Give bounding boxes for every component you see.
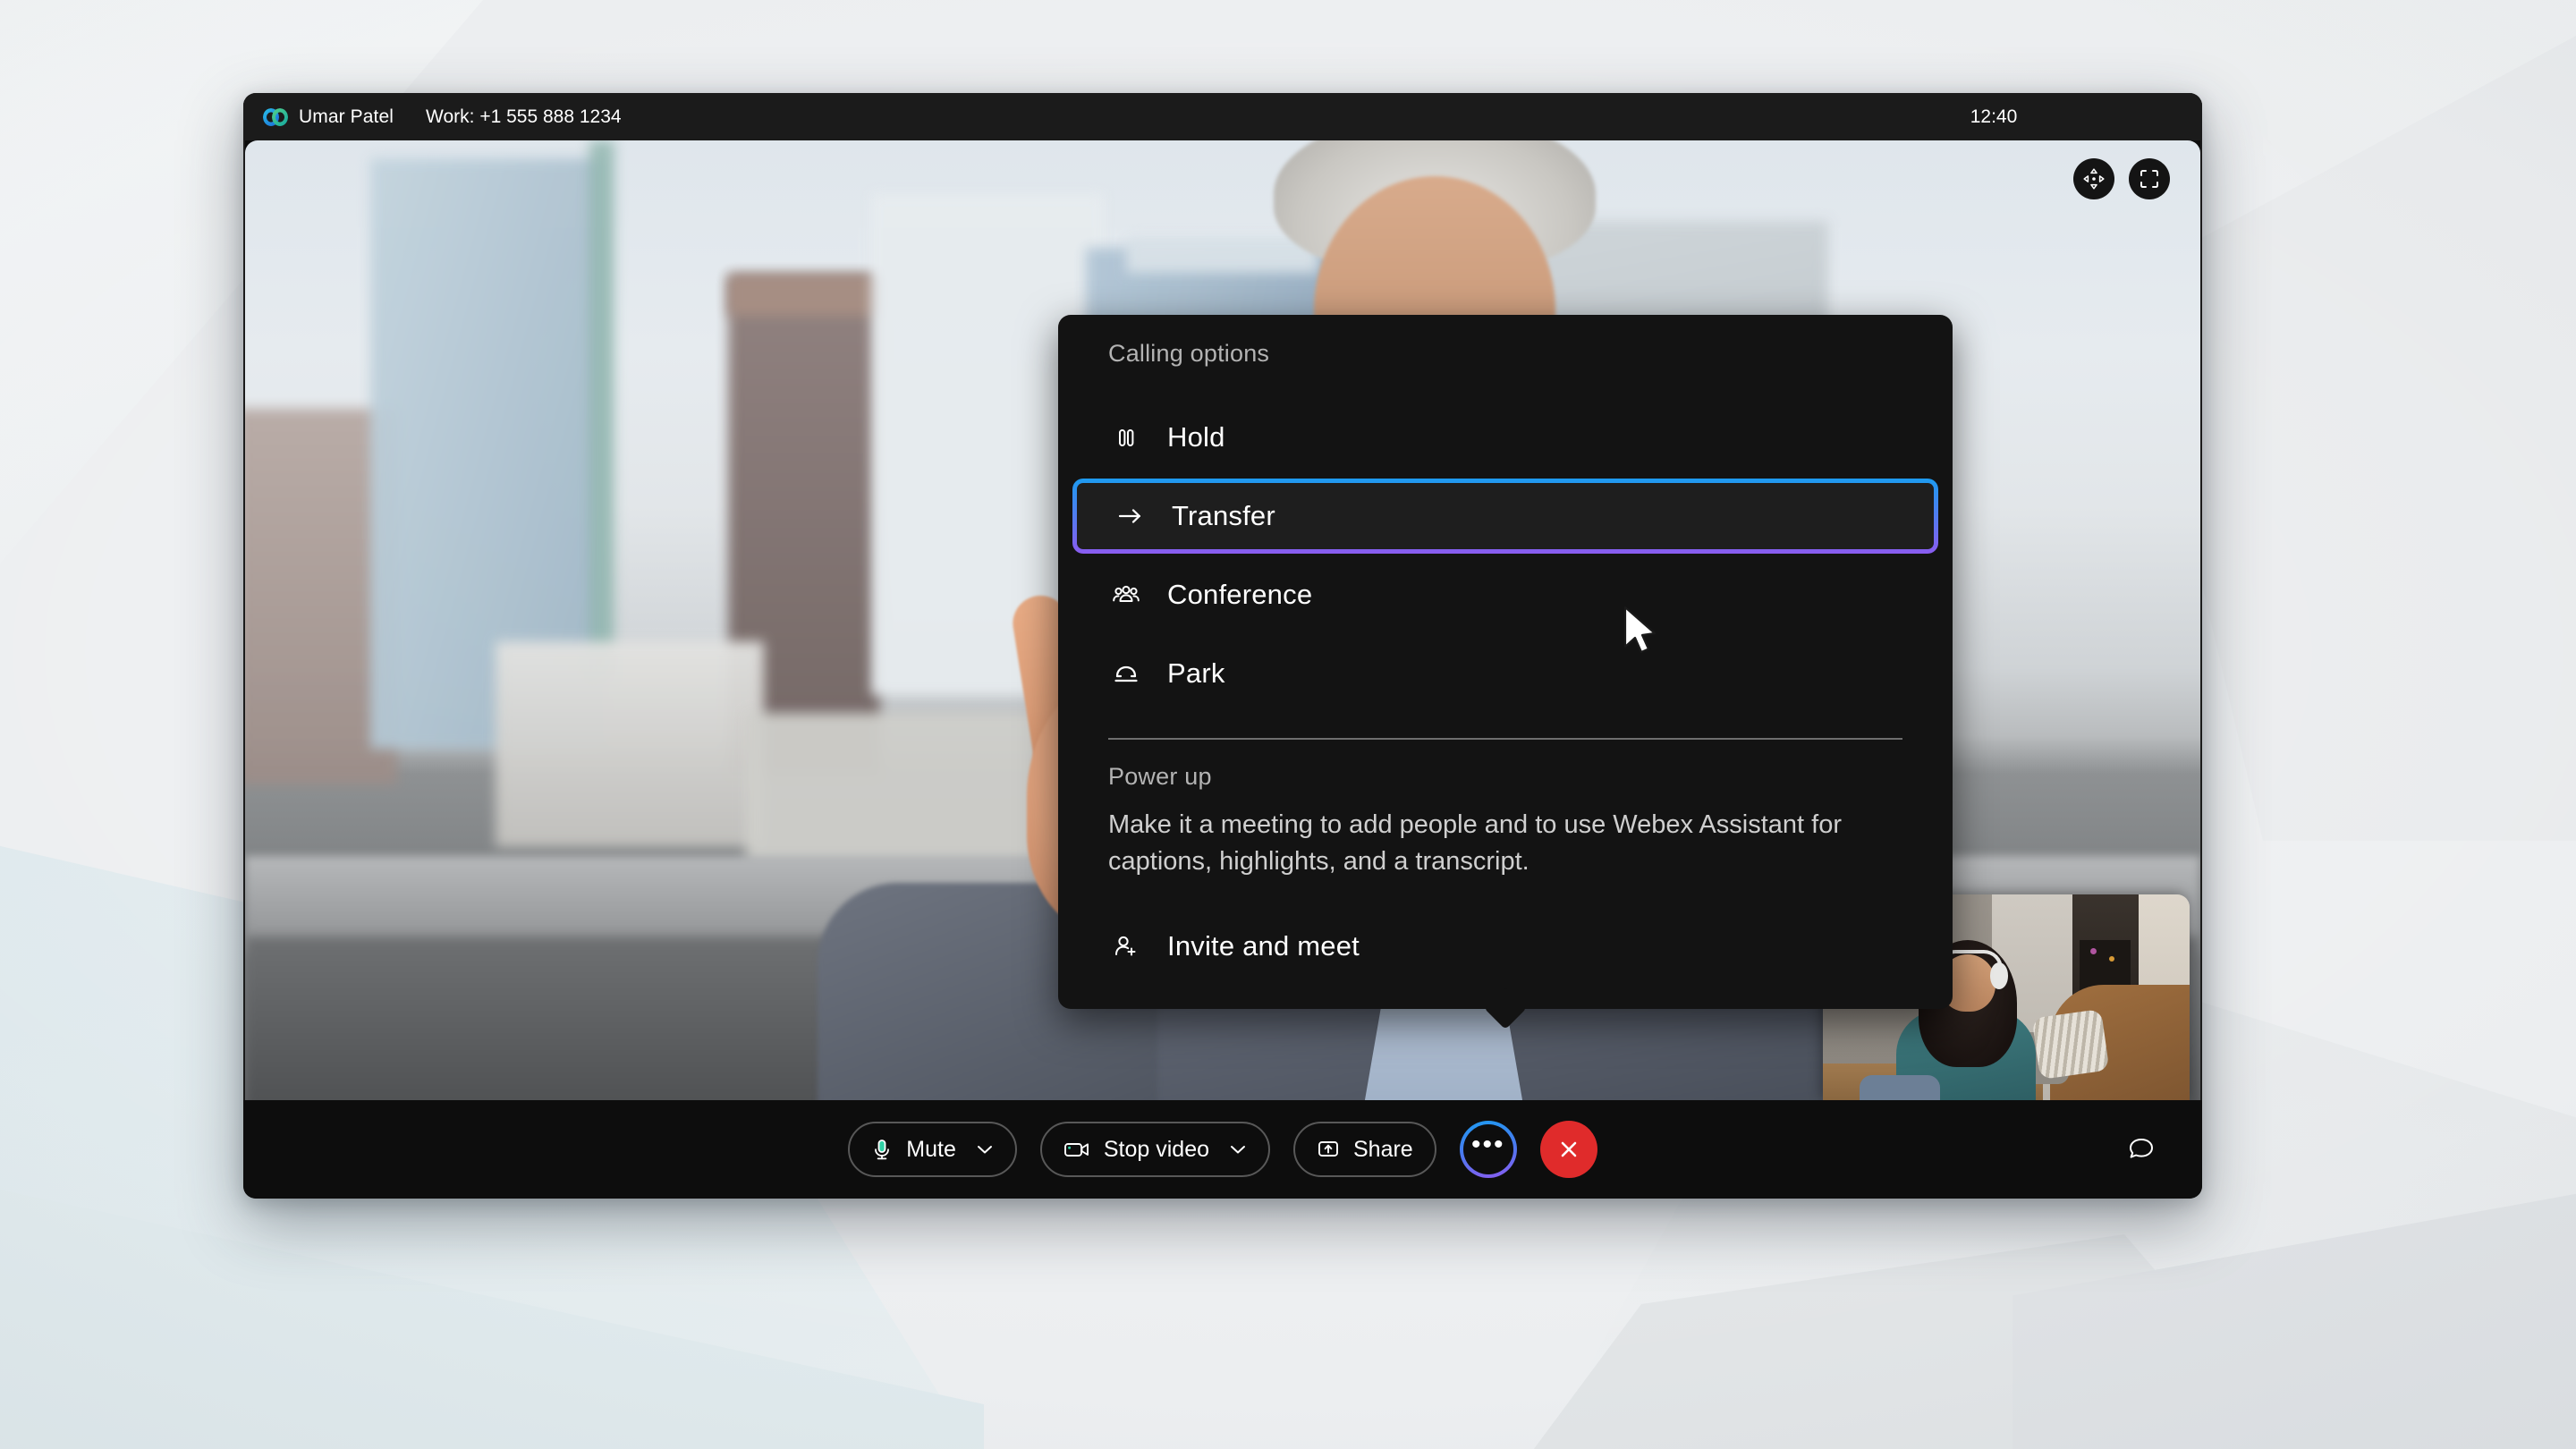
menu-item-label: Hold (1167, 421, 1225, 453)
video-control-group (2073, 158, 2170, 199)
close-x-icon (1561, 1141, 1577, 1157)
chevron-down-icon[interactable] (1229, 1143, 1247, 1156)
arrow-right-icon (1113, 503, 1148, 530)
share-button[interactable]: Share (1293, 1122, 1436, 1177)
calling-options-menu: Calling options Hold Transfer Conference… (1058, 315, 1953, 1030)
menu-item-label: Transfer (1172, 500, 1275, 531)
menu-item-label: Invite and meet (1167, 930, 1360, 962)
camera-icon (1063, 1140, 1090, 1159)
clock-time: 12:40 (1970, 106, 2018, 127)
calling-options-heading: Calling options (1108, 340, 1270, 367)
power-up-heading: Power up (1108, 763, 1212, 790)
menu-item-invite-and-meet[interactable]: Invite and meet (1058, 907, 1953, 986)
mute-button-label: Mute (906, 1136, 956, 1162)
menu-item-park[interactable]: Park (1058, 634, 1953, 713)
ellipsis-icon: ••• (1470, 1130, 1505, 1159)
menu-item-hold[interactable]: Hold (1058, 398, 1953, 477)
webex-call-window: Umar Patel Work: +1 555 888 1234 12:40 C… (243, 93, 2202, 1199)
microphone-icon (871, 1138, 893, 1161)
more-options-button[interactable]: ••• (1460, 1121, 1517, 1178)
share-screen-icon (1317, 1140, 1340, 1159)
desktop-background: Umar Patel Work: +1 555 888 1234 12:40 C… (0, 0, 2576, 1449)
caller-phone-number: Work: +1 555 888 1234 (426, 106, 622, 127)
frame-icon (2140, 170, 2158, 188)
share-button-label: Share (1353, 1136, 1413, 1162)
chat-button[interactable] (2120, 1128, 2163, 1171)
camera-pan-tilt-button[interactable] (2073, 158, 2114, 199)
call-toolbar: Mute Stop video Share ••• (243, 1100, 2202, 1199)
stop-video-button[interactable]: Stop video (1039, 1122, 1270, 1177)
person-add-icon (1108, 933, 1144, 960)
webex-logo-icon (263, 107, 288, 127)
end-call-button[interactable] (1539, 1121, 1597, 1178)
mute-button[interactable]: Mute (848, 1122, 1017, 1177)
camera-frame-button[interactable] (2129, 158, 2170, 199)
pan-tilt-icon (2083, 168, 2105, 190)
menu-item-transfer[interactable]: Transfer (1072, 479, 1938, 554)
menu-item-conference[interactable]: Conference (1058, 555, 1953, 634)
title-bar: Umar Patel Work: +1 555 888 1234 12:40 (243, 93, 2202, 140)
stop-video-button-label: Stop video (1103, 1136, 1209, 1162)
caller-name: Umar Patel (299, 106, 394, 127)
menu-item-label: Park (1167, 657, 1225, 689)
menu-item-label: Conference (1167, 579, 1313, 610)
people-group-icon (1108, 581, 1144, 608)
power-up-description: Make it a meeting to add people and to u… (1108, 810, 1843, 877)
phone-park-icon (1108, 660, 1144, 687)
wallpaper-shape (2012, 1192, 2576, 1449)
webex-logo-ring-right (272, 107, 288, 126)
wallpaper-shape (1521, 1234, 2326, 1449)
chevron-down-icon[interactable] (976, 1143, 994, 1156)
chat-bubble-icon (2130, 1139, 2153, 1158)
pause-icon (1108, 424, 1144, 451)
video-stage: Calling options Hold Transfer Conference… (245, 140, 2200, 1100)
menu-divider (1108, 738, 1902, 740)
